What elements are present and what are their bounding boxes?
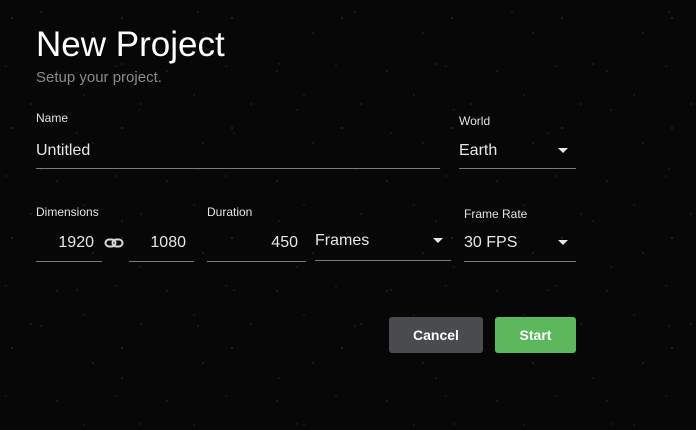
dimensions-label: Dimensions [36,205,99,219]
world-select[interactable]: Earth [459,141,576,169]
caret-down-icon [558,240,568,245]
cancel-button[interactable]: Cancel [389,317,483,353]
height-input-value: 1080 [150,234,186,251]
dialog-subtitle: Setup your project. [36,69,162,86]
world-select-value: Earth [459,142,498,159]
duration-input-value: 450 [271,234,298,251]
caret-down-icon [433,238,443,243]
width-input[interactable]: 1920 [36,233,102,262]
frame-rate-select[interactable]: 30 FPS [464,233,576,262]
width-input-value: 1920 [58,234,94,251]
duration-input[interactable]: 450 [207,233,306,262]
duration-unit-value: Frames [315,232,370,249]
duration-unit-select[interactable]: Frames [315,231,451,261]
start-button[interactable]: Start [495,317,576,353]
world-label: World [459,114,491,128]
dialog-title: New Project [36,25,225,64]
name-label: Name [36,111,69,125]
name-input-value: Untitled [36,142,91,159]
caret-down-icon [558,148,568,153]
frame-rate-label: Frame Rate [464,207,528,221]
duration-label: Duration [207,205,253,219]
frame-rate-value: 30 FPS [464,234,518,251]
link-icon[interactable] [104,236,124,250]
height-input[interactable]: 1080 [129,233,194,262]
name-input[interactable]: Untitled [36,141,440,169]
